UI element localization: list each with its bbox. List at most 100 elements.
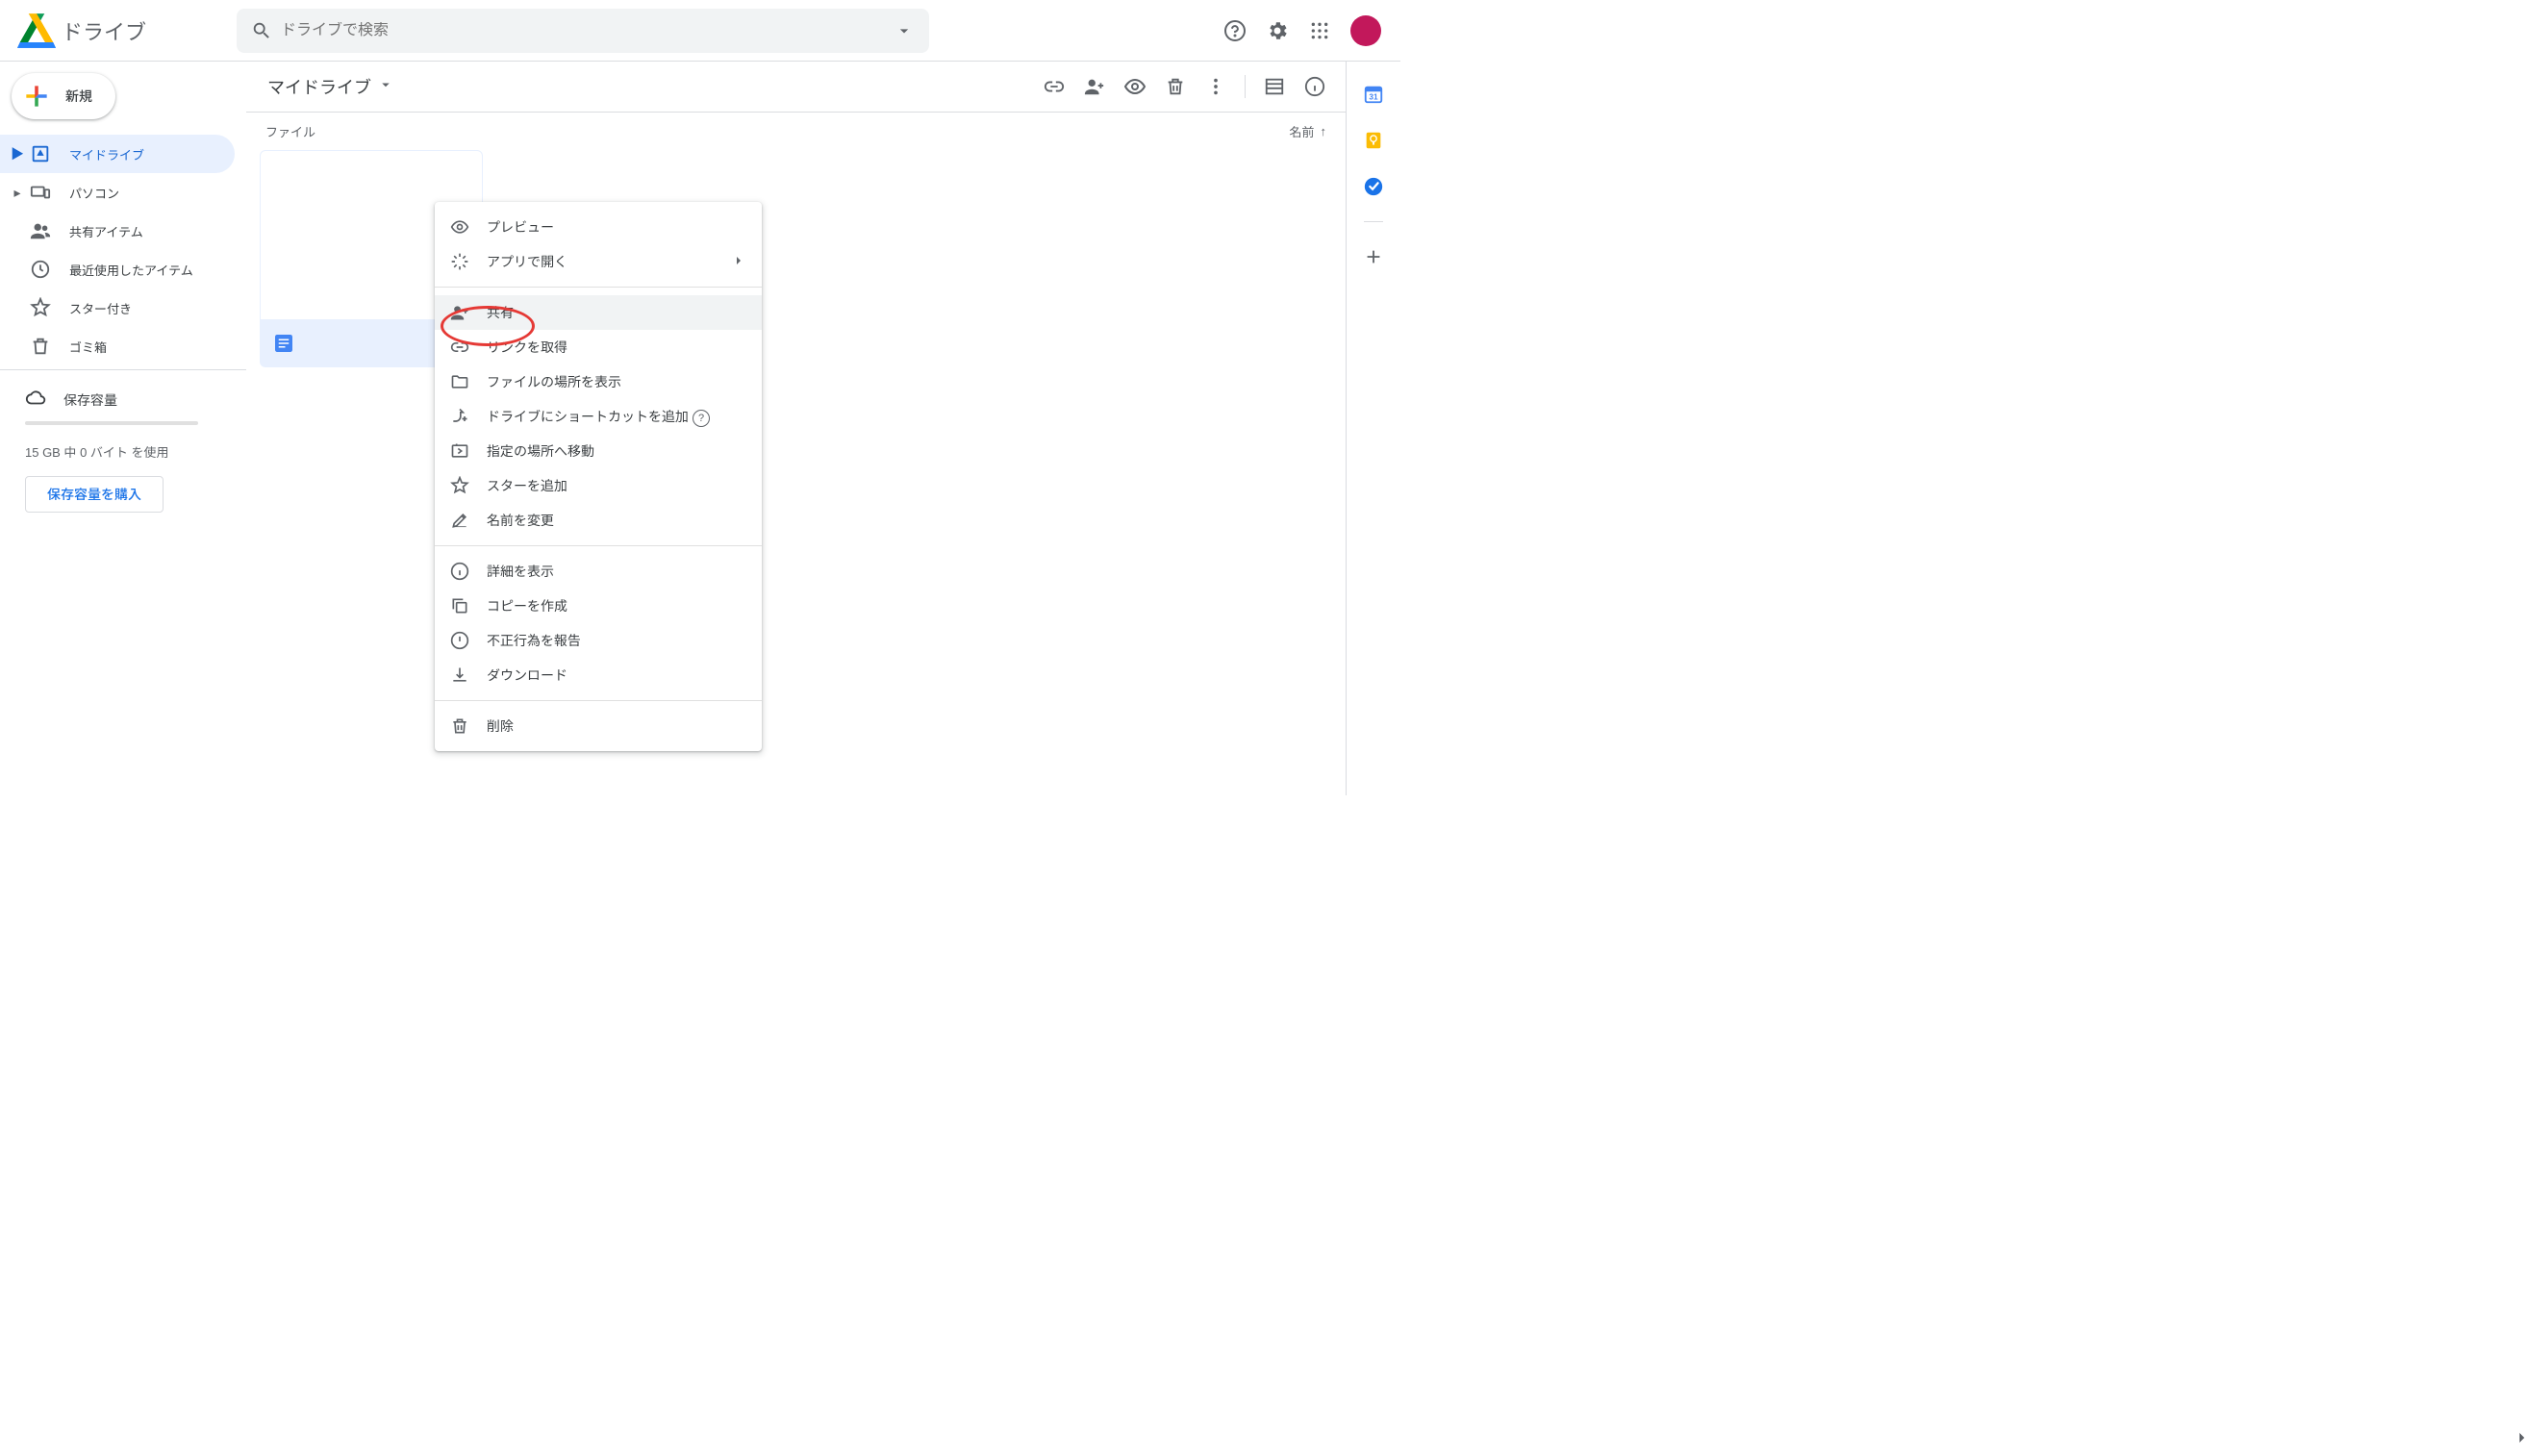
sidebar-item-label: 共有アイテム: [69, 222, 143, 240]
svg-text:31: 31: [1369, 93, 1378, 102]
section-label: ファイル: [265, 122, 315, 140]
sidebar: 新規 ▶ マイドライブ ▸ パソコン 共有アイテム: [0, 62, 246, 795]
menu-divider: [435, 287, 762, 288]
my-drive-icon: [29, 142, 52, 165]
people-icon: [29, 219, 52, 242]
ctx-label: 名前を変更: [487, 511, 746, 530]
ctx-preview[interactable]: プレビュー: [435, 210, 762, 244]
account-avatar[interactable]: [1350, 15, 1381, 46]
sidebar-item-label: 最近使用したアイテム: [69, 261, 193, 279]
storage-meter: [25, 421, 198, 425]
new-button-label: 新規: [65, 87, 92, 106]
info-icon[interactable]: [1296, 67, 1334, 106]
ctx-add-star[interactable]: スターを追加: [435, 468, 762, 503]
menu-divider: [435, 700, 762, 701]
sidebar-item-starred[interactable]: スター付き: [0, 289, 235, 327]
ctx-open-with[interactable]: アプリで開く: [435, 244, 762, 279]
report-icon: [450, 631, 469, 650]
ctx-report[interactable]: 不正行為を報告: [435, 623, 762, 658]
storage-label: 保存容量: [63, 390, 117, 410]
ctx-move-to[interactable]: 指定の場所へ移動: [435, 434, 762, 468]
sidebar-item-shared[interactable]: 共有アイテム: [0, 212, 235, 250]
delete-icon[interactable]: [1156, 67, 1195, 106]
list-view-icon[interactable]: [1255, 67, 1294, 106]
support-icon[interactable]: [1216, 12, 1254, 50]
chevron-right-icon: [731, 253, 746, 271]
sidebar-item-recent[interactable]: 最近使用したアイテム: [0, 250, 235, 289]
docs-icon: [274, 334, 293, 353]
ctx-label: 共有: [487, 303, 746, 322]
search-bar[interactable]: [237, 9, 929, 53]
hide-panel-icon[interactable]: [2512, 1428, 2532, 1450]
apps-icon[interactable]: [1300, 12, 1339, 50]
keep-icon[interactable]: [1354, 121, 1393, 160]
ctx-add-shortcut[interactable]: ドライブにショートカットを追加?: [435, 399, 762, 434]
sidebar-divider: [0, 369, 246, 370]
breadcrumb-label: マイドライブ: [267, 74, 371, 99]
get-link-icon[interactable]: [1035, 67, 1073, 106]
ctx-make-copy[interactable]: コピーを作成: [435, 589, 762, 623]
search-input[interactable]: [281, 22, 885, 39]
preview-icon[interactable]: [1116, 67, 1154, 106]
search-icon[interactable]: [242, 12, 281, 50]
calendar-icon[interactable]: 31: [1354, 75, 1393, 113]
toolbar-divider: [1245, 75, 1246, 98]
ctx-label: スターを追加: [487, 476, 746, 495]
more-icon[interactable]: [1197, 67, 1235, 106]
shortcut-icon: [450, 407, 469, 426]
ctx-label: コピーを作成: [487, 596, 746, 615]
sidebar-item-storage[interactable]: 保存容量: [25, 382, 231, 421]
ctx-label: 詳細を表示: [487, 562, 746, 581]
brand[interactable]: ドライブ: [8, 12, 237, 50]
sidebar-item-trash[interactable]: ゴミ箱: [0, 327, 235, 365]
ctx-details[interactable]: 詳細を表示: [435, 554, 762, 589]
caret-right-icon: ▸: [12, 185, 23, 201]
ctx-label: リンクを取得: [487, 338, 746, 357]
new-button[interactable]: 新規: [12, 73, 115, 119]
rail-divider: [1364, 221, 1383, 222]
brand-name: ドライブ: [58, 15, 146, 46]
arrow-up-icon: ↑: [1321, 124, 1327, 138]
star-icon: [29, 296, 52, 319]
info-icon: [450, 562, 469, 581]
caret-right-icon: ▶: [12, 144, 23, 163]
ctx-label: アプリで開く: [487, 252, 714, 271]
settings-icon[interactable]: [1258, 12, 1297, 50]
buy-storage-button[interactable]: 保存容量を購入: [25, 476, 164, 513]
plus-icon: [19, 79, 54, 113]
tasks-icon[interactable]: [1354, 167, 1393, 206]
drive-logo-icon: [15, 12, 58, 50]
pencil-icon: [450, 511, 469, 530]
sidebar-item-computers[interactable]: ▸ パソコン: [0, 173, 235, 212]
devices-icon: [29, 181, 52, 204]
sort-label: 名前: [1289, 122, 1314, 140]
breadcrumb[interactable]: マイドライブ: [265, 70, 396, 103]
sidebar-item-label: ゴミ箱: [69, 338, 107, 356]
ctx-share[interactable]: 共有: [435, 295, 762, 330]
link-icon: [450, 338, 469, 357]
menu-divider: [435, 545, 762, 546]
search-options-icon[interactable]: [885, 12, 923, 50]
ctx-label: プレビュー: [487, 217, 746, 237]
toolbar: マイドライブ: [246, 62, 1346, 112]
star-icon: [450, 476, 469, 495]
storage-text: 15 GB 中 0 バイト を使用: [25, 442, 231, 461]
context-menu: プレビュー アプリで開く 共有 リンクを取得: [435, 202, 762, 751]
side-panel: 31: [1347, 62, 1400, 795]
ctx-label: ファイルの場所を表示: [487, 372, 746, 391]
ctx-remove[interactable]: 削除: [435, 709, 762, 743]
trash-icon: [29, 335, 52, 358]
folder-icon: [450, 372, 469, 391]
eye-icon: [450, 217, 469, 237]
ctx-label: ドライブにショートカットを追加?: [487, 407, 746, 427]
sidebar-item-my-drive[interactable]: ▶ マイドライブ: [0, 135, 235, 173]
main: マイドライブ ファイル 名前: [246, 62, 1347, 795]
ctx-download[interactable]: ダウンロード: [435, 658, 762, 692]
add-addon-icon[interactable]: [1354, 238, 1393, 276]
sort-button[interactable]: 名前 ↑: [1289, 122, 1326, 140]
move-icon: [450, 441, 469, 461]
ctx-get-link[interactable]: リンクを取得: [435, 330, 762, 364]
share-icon[interactable]: [1075, 67, 1114, 106]
ctx-rename[interactable]: 名前を変更: [435, 503, 762, 538]
ctx-show-location[interactable]: ファイルの場所を表示: [435, 364, 762, 399]
